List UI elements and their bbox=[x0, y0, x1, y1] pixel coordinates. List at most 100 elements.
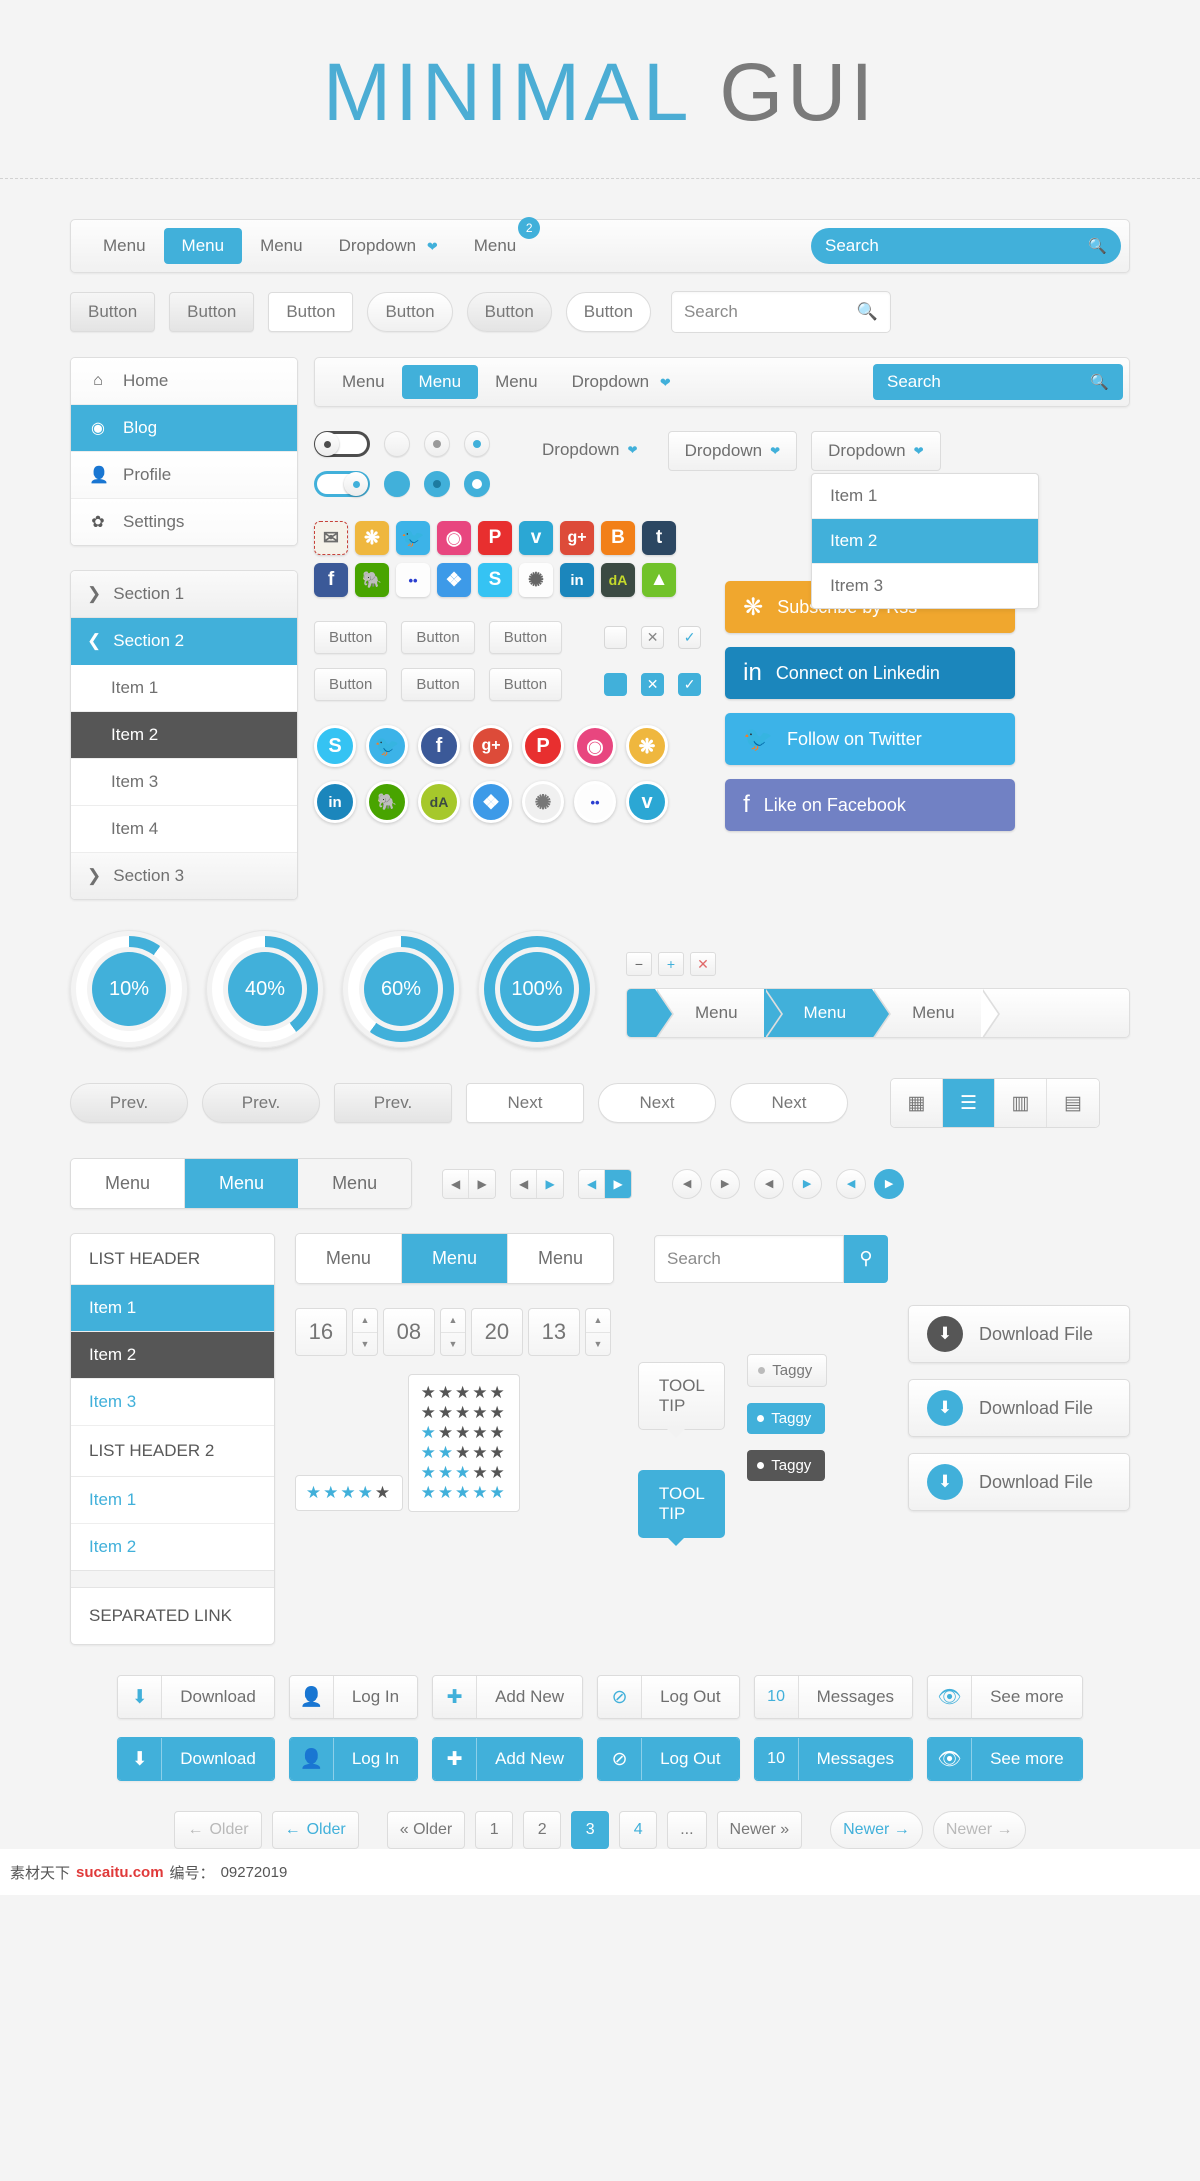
rss-icon[interactable]: ❋ bbox=[355, 521, 389, 555]
rating-row-2[interactable]: ★★★★★ bbox=[421, 1423, 507, 1443]
prev-button-0[interactable]: Prev. bbox=[70, 1083, 188, 1123]
prev-circle-icon[interactable]: ◀ bbox=[754, 1168, 785, 1199]
nav2-item-dropdown[interactable]: Dropdown ❤ bbox=[555, 365, 688, 399]
rating-top[interactable]: ★★★★★ bbox=[294, 1475, 404, 1511]
toggle-on[interactable] bbox=[314, 471, 370, 497]
mini-button-2[interactable]: Button bbox=[488, 621, 563, 654]
next-arrow-icon[interactable]: ▶ bbox=[605, 1169, 632, 1198]
prev-arrow-icon[interactable]: ◀ bbox=[443, 1169, 470, 1198]
radio-filled-ring[interactable] bbox=[464, 471, 490, 497]
vimeo-circle-icon[interactable]: v bbox=[626, 781, 668, 823]
accordion-item-4[interactable]: Item 4 bbox=[71, 806, 297, 853]
download-split-button[interactable]: ⬇ Download bbox=[117, 1675, 275, 1719]
close-button[interactable]: ✕ bbox=[690, 952, 716, 976]
time-day[interactable]: 20 bbox=[470, 1308, 523, 1356]
nav-item-0[interactable]: Menu bbox=[85, 228, 164, 264]
location-pin-icon[interactable]: ⚲ bbox=[844, 1234, 888, 1283]
nav2-search[interactable]: Search 🔍 bbox=[873, 364, 1123, 400]
prev-button-1[interactable]: Prev. bbox=[202, 1083, 320, 1123]
tab-search-1[interactable]: Menu bbox=[401, 1234, 507, 1283]
blogger-icon[interactable]: B bbox=[601, 521, 635, 555]
detail-view-icon[interactable]: ▤ bbox=[1047, 1079, 1099, 1127]
mini-button-1[interactable]: Button bbox=[401, 621, 475, 654]
button-4[interactable]: Button bbox=[466, 292, 552, 332]
newer-button-2[interactable]: Newer → bbox=[830, 1811, 923, 1849]
prev-circle-icon[interactable]: ◀ bbox=[836, 1168, 867, 1199]
checkbox-filled[interactable] bbox=[604, 673, 628, 696]
sidebar-item-profile[interactable]: 👤 Profile bbox=[71, 452, 297, 499]
taggy-dark[interactable]: Taggy bbox=[747, 1450, 826, 1481]
seemore-split-button[interactable]: 👁 See more bbox=[927, 1675, 1083, 1719]
taggy-gray[interactable]: Taggy bbox=[747, 1354, 828, 1387]
forrst-icon[interactable]: ▲ bbox=[642, 563, 676, 597]
download-file-button-2[interactable]: ⬇ Download File bbox=[908, 1379, 1130, 1437]
newer-button-1[interactable]: Newer » bbox=[716, 1811, 803, 1849]
mini-button-4[interactable]: Button bbox=[401, 668, 475, 701]
next-circle-icon[interactable]: ▶ bbox=[710, 1168, 741, 1199]
picasa-icon[interactable]: ✺ bbox=[519, 563, 553, 597]
list-item-3[interactable]: Item 3 bbox=[71, 1379, 274, 1426]
dropdown-menu-item-3[interactable]: Itrem 3 bbox=[812, 564, 1038, 608]
checkbox-check[interactable]: ✓ bbox=[678, 626, 702, 649]
button-5[interactable]: Button bbox=[565, 292, 651, 332]
messages-split-button-active[interactable]: 10 Messages bbox=[753, 1737, 914, 1781]
login-split-button[interactable]: 👤 Log In bbox=[288, 1675, 419, 1719]
dropbox-icon[interactable]: ❖ bbox=[437, 563, 471, 597]
vimeo-icon[interactable]: v bbox=[519, 521, 553, 555]
messages-split-button[interactable]: 10 Messages bbox=[753, 1675, 914, 1719]
download-file-button-3[interactable]: ⬇ Download File bbox=[908, 1453, 1130, 1511]
evernote-icon[interactable]: 🐘 bbox=[355, 563, 389, 597]
button-3[interactable]: Button bbox=[367, 292, 453, 332]
logout-split-button-active[interactable]: ⊘ Log Out bbox=[597, 1737, 740, 1781]
dropbox-circle-icon[interactable]: ❖ bbox=[470, 781, 512, 823]
logout-split-button[interactable]: ⊘ Log Out bbox=[597, 1675, 740, 1719]
menu-tab-1[interactable]: Menu bbox=[185, 1159, 299, 1208]
tumblr-icon[interactable]: t bbox=[642, 521, 676, 555]
googleplus-circle-icon[interactable]: g+ bbox=[470, 725, 512, 767]
rating-row-3[interactable]: ★★★★★ bbox=[421, 1443, 507, 1463]
page-1[interactable]: 1 bbox=[475, 1811, 514, 1849]
mini-button-3[interactable]: Button bbox=[314, 668, 388, 701]
sidebar-item-home[interactable]: ⌂ Home bbox=[71, 358, 297, 405]
login-split-button-active[interactable]: 👤 Log In bbox=[288, 1737, 419, 1781]
sidebar-item-settings[interactable]: ✿ Settings bbox=[71, 499, 297, 545]
radio-filled[interactable] bbox=[384, 471, 410, 497]
follow-twitter-button[interactable]: 🐦 Follow on Twitter bbox=[725, 713, 1016, 765]
time-hours[interactable]: 16 bbox=[294, 1308, 347, 1356]
facebook-circle-icon[interactable]: f bbox=[418, 725, 460, 767]
page-4[interactable]: 4 bbox=[619, 1811, 658, 1849]
accordion-item-3[interactable]: Item 3 bbox=[71, 759, 297, 806]
separated-link[interactable]: SEPARATED LINK bbox=[71, 1588, 274, 1644]
hours-stepper[interactable]: ▲ ▼ bbox=[351, 1308, 378, 1356]
time-month[interactable]: 13 bbox=[527, 1308, 580, 1356]
facebook-icon[interactable]: f bbox=[314, 563, 348, 597]
dropdown-menu-item-1[interactable]: Item 1 bbox=[812, 474, 1039, 519]
grid-view-icon[interactable]: ▦ bbox=[891, 1079, 943, 1127]
radio-blue-dot[interactable] bbox=[464, 431, 490, 457]
month-stepper[interactable]: ▲ ▼ bbox=[584, 1308, 611, 1356]
list-item-b2[interactable]: Item 2 bbox=[71, 1524, 274, 1570]
list-item-active[interactable]: Item 1 bbox=[71, 1285, 274, 1332]
googleplus-icon[interactable]: g+ bbox=[560, 521, 594, 555]
zoom-out-button[interactable]: − bbox=[626, 952, 652, 976]
page-ellipsis[interactable]: ... bbox=[667, 1811, 707, 1849]
older-button-3[interactable]: « Older bbox=[386, 1811, 466, 1849]
addnew-split-button-active[interactable]: ✚ Add New bbox=[432, 1737, 584, 1781]
skype-circle-icon[interactable]: S bbox=[314, 725, 356, 767]
checkbox-filled-check[interactable]: ✓ bbox=[678, 673, 702, 696]
nav-item-2[interactable]: Menu bbox=[242, 228, 321, 264]
toggle-off[interactable] bbox=[314, 431, 370, 457]
next-arrow-icon[interactable]: ▶ bbox=[469, 1169, 496, 1198]
deviantart-icon[interactable]: dA bbox=[601, 563, 635, 597]
radio-empty[interactable] bbox=[384, 431, 410, 457]
taggy-blue[interactable]: Taggy bbox=[747, 1403, 826, 1434]
picasa-circle-icon[interactable]: ✺ bbox=[522, 781, 564, 823]
time-minutes[interactable]: 08 bbox=[382, 1308, 435, 1356]
accordion-item-2[interactable]: Item 2 bbox=[71, 712, 297, 759]
dropdown-boxed[interactable]: Dropdown ❤ bbox=[667, 431, 798, 471]
rating-row-5[interactable]: ★★★★★ bbox=[421, 1483, 507, 1503]
breadcrumb-home[interactable] bbox=[627, 989, 674, 1037]
deviantart-circle-icon[interactable]: dA bbox=[418, 781, 460, 823]
next-arrow-icon[interactable]: ▶ bbox=[537, 1169, 564, 1198]
next-circle-icon[interactable]: ▶ bbox=[874, 1168, 905, 1199]
